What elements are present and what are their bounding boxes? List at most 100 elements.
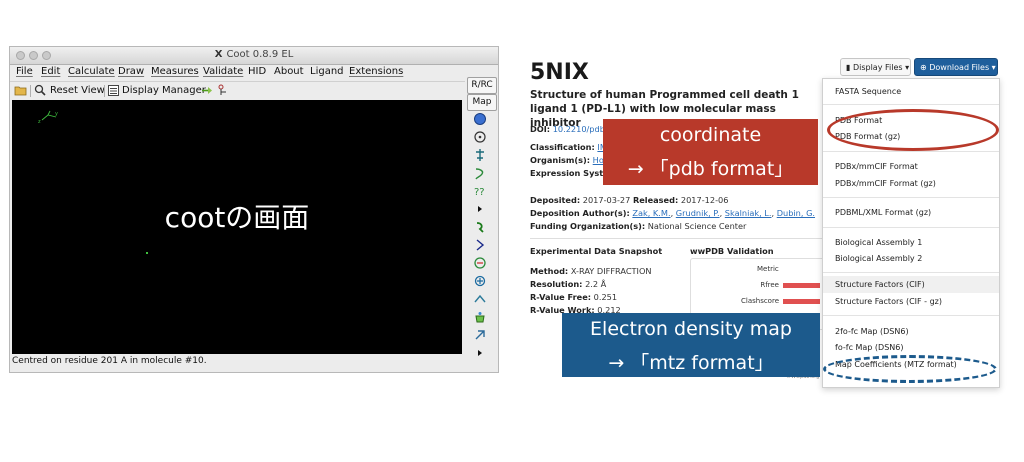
released-label: Released: — [632, 195, 679, 205]
flip-peptide-icon[interactable] — [473, 292, 487, 306]
coot-right-toolbar: R/RC Map ?? — [466, 73, 498, 363]
organism-label: Organism(s): — [530, 155, 591, 165]
add-residue-icon[interactable] — [473, 220, 487, 234]
classification-row: Classification: IM — [530, 142, 607, 152]
menu-about[interactable]: About — [274, 66, 304, 77]
menu-file[interactable]: File — [16, 66, 33, 77]
display-manager-icon[interactable] — [108, 85, 119, 96]
add-atom-icon[interactable] — [473, 274, 487, 288]
expand-arrow-icon[interactable] — [473, 202, 487, 216]
coot-window: Ⅹ Coot 0.8.9 EL File Edit Calculate Draw … — [9, 46, 499, 373]
menu-item-2fo-fc-map[interactable]: 2fo-fc Map (DSN6) — [835, 327, 909, 336]
doi-row: DOI: 10.2210/pdb — [530, 124, 605, 134]
menu-item-fasta[interactable]: FASTA Sequence — [835, 87, 901, 96]
add-water-icon[interactable] — [473, 310, 487, 324]
authors-row: Deposition Author(s): Zak, K.M., Grudnik… — [530, 208, 816, 218]
experimental-snapshot-heading: Experimental Data Snapshot — [530, 246, 663, 256]
method-row: Method: X-RAY DIFFRACTION — [530, 266, 652, 276]
reset-view-button[interactable]: Reset View — [50, 85, 105, 96]
display-manager-button[interactable]: Display Manager — [122, 85, 206, 96]
pdb-id-heading: 5NIX — [530, 60, 589, 85]
rotate-translate-button[interactable]: R/RC — [467, 77, 497, 94]
menu-item-pdbx[interactable]: PDBx/mmCIF Format — [835, 162, 918, 171]
mutate-icon[interactable] — [473, 238, 487, 252]
deposited-date: 2017-03-27 — [582, 195, 631, 205]
funding-row: Funding Organization(s): National Scienc… — [530, 221, 746, 231]
rfree-percentile-bar — [783, 283, 820, 288]
mtz-format-highlight-ellipse — [823, 355, 997, 383]
menu-hid[interactable]: HID — [248, 66, 266, 77]
electron-density-callout: Electron density map → 「mtz format」 — [562, 313, 820, 377]
magnifier-icon[interactable] — [34, 84, 46, 96]
doi-link[interactable]: 10.2210/pdb — [553, 124, 605, 134]
menu-measures[interactable]: Measures — [151, 66, 199, 77]
menu-divider — [823, 104, 999, 105]
funding-label: Funding Organization(s): — [530, 221, 646, 231]
validation-heading: wwPDB Validation — [690, 246, 774, 256]
caret-down-icon: ▾ — [905, 63, 910, 72]
classification-label: Classification: — [530, 142, 595, 152]
regularize-icon[interactable] — [473, 130, 487, 144]
author-link[interactable]: Zak, K.M. — [632, 208, 670, 218]
author-link[interactable]: Skalniak, L. — [725, 208, 772, 218]
rotamer-icon[interactable] — [473, 166, 487, 180]
find-ligand-icon[interactable] — [473, 256, 487, 270]
map-button[interactable]: Map — [467, 94, 497, 111]
menu-ligand[interactable]: Ligand — [310, 66, 344, 77]
x11-icon: Ⅹ — [214, 49, 223, 60]
menu-divider — [823, 197, 999, 198]
author-link[interactable]: Dubin, G. — [777, 208, 815, 218]
menu-divider — [823, 227, 999, 228]
coot-menubar: File Edit Calculate Draw Measures Valida… — [10, 65, 498, 80]
coot-graphics-viewport[interactable]: z y cootの画面 — [12, 100, 462, 354]
expression-system-row: Expression Syste — [530, 168, 609, 178]
menu-item-fo-fc-map[interactable]: fo-fc Map (DSN6) — [835, 343, 903, 352]
svg-text:z: z — [38, 119, 41, 124]
divider — [530, 238, 826, 239]
open-folder-icon[interactable] — [14, 85, 27, 96]
menu-edit[interactable]: Edit — [41, 66, 60, 77]
authors-label: Deposition Author(s): — [530, 208, 630, 218]
author-link[interactable]: Grudnik, P. — [676, 208, 720, 218]
go-to-atom-icon[interactable] — [201, 85, 214, 96]
menu-divider — [823, 151, 999, 152]
doi-label: DOI: — [530, 124, 551, 134]
download-files-button[interactable]: ⊕ Download Files ▾ — [914, 58, 998, 76]
menu-extensions[interactable]: Extensions — [349, 66, 403, 77]
svg-text:y: y — [55, 111, 58, 117]
auto-fit-icon[interactable]: ?? — [473, 184, 487, 198]
coot-toolbar: Reset View Display Manager — [10, 81, 465, 99]
menu-item-bio-assembly-1[interactable]: Biological Assembly 1 — [835, 238, 922, 247]
model-tools-icon[interactable] — [217, 84, 229, 97]
menu-item-structure-factors-cif[interactable]: Structure Factors (CIF) — [835, 280, 925, 289]
refine-icon[interactable] — [473, 112, 487, 126]
menu-divider — [823, 272, 999, 273]
clashscore-metric-label: Clashscore — [740, 297, 779, 305]
funding-value: National Science Center — [647, 221, 747, 231]
menu-calculate[interactable]: Calculate — [68, 66, 115, 77]
clashscore-percentile-bar — [783, 299, 820, 304]
pdb-format-highlight-ellipse — [827, 109, 999, 151]
menu-validate[interactable]: Validate — [203, 66, 243, 77]
toolbar-separator — [104, 85, 105, 97]
rigid-body-fit-icon[interactable] — [473, 148, 487, 162]
released-date: 2017-12-06 — [680, 195, 729, 205]
display-files-button[interactable]: ▮ Display Files ▾ — [840, 58, 911, 76]
delete-icon[interactable] — [473, 328, 487, 342]
download-icon: ⊕ — [920, 63, 927, 72]
coot-titlebar: Ⅹ Coot 0.8.9 EL — [10, 47, 498, 65]
coot-window-title: Ⅹ Coot 0.8.9 EL — [214, 49, 294, 60]
menu-draw[interactable]: Draw — [118, 66, 144, 77]
rfree-row: R-Value Free: 0.251 — [530, 292, 618, 302]
menu-item-structure-factors-cif-gz[interactable]: Structure Factors (CIF - gz) — [835, 297, 942, 306]
menu-item-pdbx-gz[interactable]: PDBx/mmCIF Format (gz) — [835, 179, 936, 188]
coot-status-bar: Centred on residue 201 A in molecule #10… — [12, 356, 207, 366]
menu-divider — [823, 315, 999, 316]
rfree-metric-label: Rfree — [760, 281, 779, 289]
menu-item-bio-assembly-2[interactable]: Biological Assembly 2 — [835, 254, 922, 263]
coordinate-callout-title: coordinate — [659, 124, 762, 146]
menu-item-pdbml[interactable]: PDBML/XML Format (gz) — [835, 208, 931, 217]
caret-down-icon: ▾ — [991, 63, 996, 72]
deposition-dates-row: Deposited: 2017-03-27 Released: 2017-12-… — [530, 195, 728, 205]
coot-screen-caption: cootの画面 — [164, 201, 310, 234]
